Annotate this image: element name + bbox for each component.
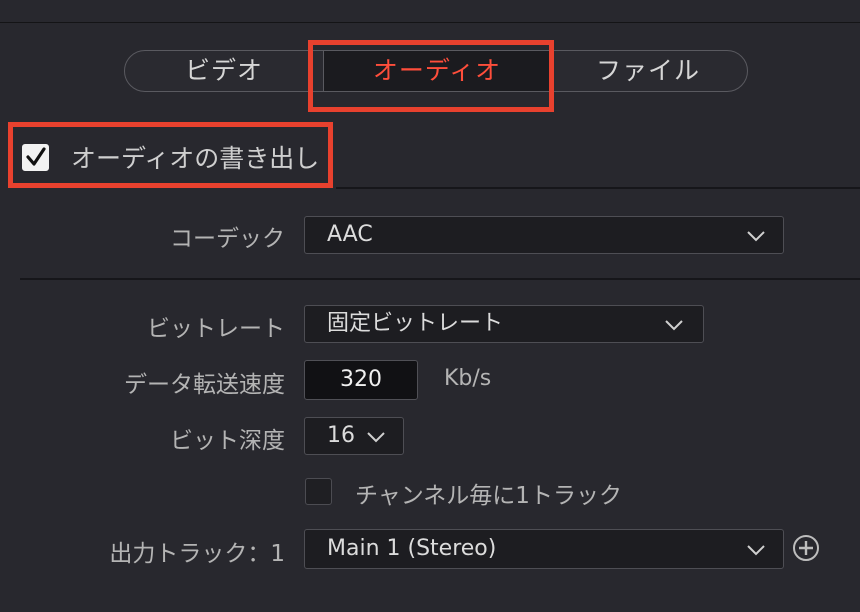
output-track-dropdown[interactable]: Main 1 (Stereo): [304, 529, 784, 569]
data-rate-label: データ転送速度: [124, 372, 285, 398]
chevron-down-icon: [747, 231, 765, 242]
top-divider: [0, 22, 860, 23]
output-track-label: 出力トラック：1: [109, 541, 285, 567]
one-track-per-channel-label: チャンネル毎に1トラック: [355, 483, 622, 509]
tab-file[interactable]: ファイル: [549, 51, 747, 91]
checkmark-icon: [26, 146, 46, 166]
data-rate-unit: Kb/s: [444, 366, 492, 391]
chevron-down-icon: [747, 545, 765, 556]
export-audio-checkbox[interactable]: [22, 143, 49, 171]
codec-value: AAC: [327, 222, 373, 247]
bit-depth-value: 16: [327, 423, 355, 448]
export-audio-label: オーディオの書き出し: [71, 144, 320, 173]
data-rate-input[interactable]: 320: [304, 360, 418, 400]
bitrate-dropdown[interactable]: 固定ビットレート: [304, 305, 704, 343]
bit-depth-label: ビット深度: [170, 428, 285, 454]
codec-label: コーデック: [170, 226, 285, 252]
section-divider: [336, 187, 860, 189]
bit-depth-dropdown[interactable]: 16: [304, 417, 404, 455]
tab-video[interactable]: ビデオ: [125, 51, 323, 91]
tab-bar: ビデオ オーディオ ファイル: [124, 50, 748, 92]
bitrate-label: ビットレート: [147, 316, 285, 342]
chevron-down-icon: [367, 432, 385, 443]
one-track-per-channel-checkbox[interactable]: [305, 478, 332, 505]
output-track-value: Main 1 (Stereo): [327, 536, 497, 561]
chevron-down-icon: [665, 320, 683, 331]
export-audio-row[interactable]: オーディオの書き出し: [22, 137, 319, 177]
bitrate-value: 固定ビットレート: [327, 311, 504, 336]
section-divider-2: [20, 278, 860, 280]
codec-dropdown[interactable]: AAC: [304, 216, 784, 254]
add-track-icon[interactable]: [792, 534, 820, 562]
tab-audio[interactable]: オーディオ: [323, 51, 551, 91]
